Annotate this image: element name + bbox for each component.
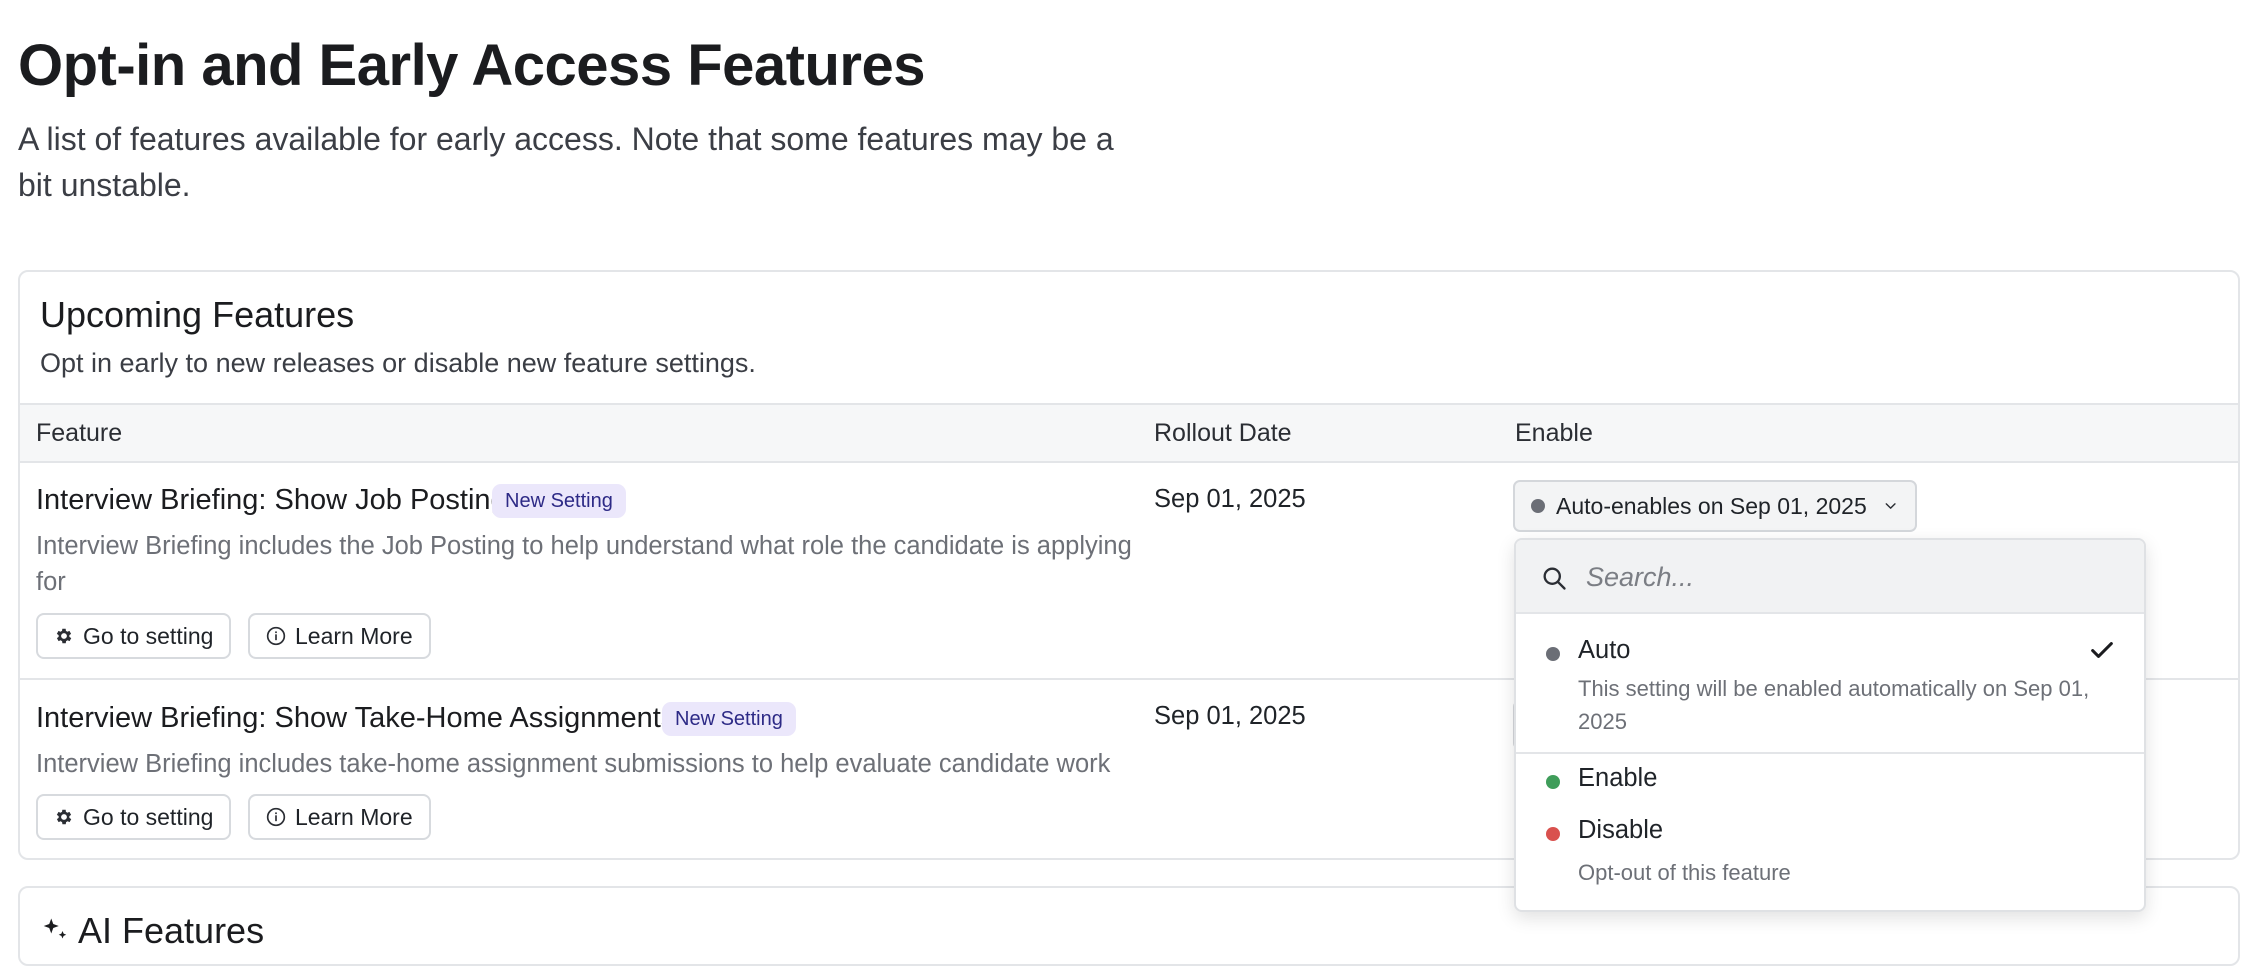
rollout-date: Sep 01, 2025: [1154, 702, 1306, 730]
option-label: Auto: [1578, 636, 1631, 664]
info-icon: [266, 626, 286, 646]
option-label: Enable: [1578, 764, 1658, 792]
learn-more-label: Learn More: [295, 803, 413, 830]
new-setting-badge: New Setting: [662, 702, 796, 736]
feature-name: Interview Briefing: Show Job Posting: [36, 484, 507, 516]
new-setting-badge: New Setting: [492, 484, 626, 518]
option-label: Disable: [1578, 816, 1664, 844]
gear-icon: [56, 809, 72, 825]
enable-status-dot: [1546, 775, 1560, 789]
auto-status-dot: [1546, 647, 1560, 661]
feature-description: Interview Briefing includes take-home as…: [36, 750, 1111, 778]
feature-name: Interview Briefing: Show Take-Home Assig…: [36, 702, 676, 734]
enable-select[interactable]: Auto-enables on Sep 01, 2025: [1513, 480, 1917, 532]
learn-more-button[interactable]: Learn More: [248, 794, 431, 840]
option-description: Opt-out of this feature: [1578, 860, 1791, 885]
check-icon: [2091, 642, 2113, 658]
chevron-down-icon: [1885, 503, 1896, 509]
column-header-feature: Feature: [36, 419, 123, 447]
enable-dropdown: Auto This setting will be enabled automa…: [1514, 538, 2146, 912]
disable-status-dot: [1546, 827, 1560, 841]
table-header: Feature Rollout Date Enable: [20, 403, 2238, 463]
go-to-setting-button[interactable]: Go to setting: [36, 613, 232, 659]
learn-more-label: Learn More: [295, 622, 413, 649]
go-to-setting-label: Go to setting: [83, 803, 214, 830]
rollout-date: Sep 01, 2025: [1154, 485, 1306, 513]
column-header-enable: Enable: [1515, 419, 1593, 447]
dropdown-search: [1516, 540, 2144, 614]
page-title: Opt-in and Early Access Features: [18, 33, 925, 98]
search-icon: [1543, 567, 1566, 590]
option-description: This setting will be enabled automatical…: [1578, 676, 2090, 734]
go-to-setting-button[interactable]: Go to setting: [36, 794, 232, 840]
gear-icon: [56, 628, 72, 644]
upcoming-features-description: Opt in early to new releases or disable …: [40, 348, 756, 378]
go-to-setting-label: Go to setting: [83, 622, 214, 649]
option-enable[interactable]: Enable: [1516, 754, 2144, 806]
column-header-rollout-date: Rollout Date: [1154, 419, 1292, 447]
option-disable[interactable]: Disable Opt-out of this feature: [1516, 806, 2144, 906]
dropdown-search-input[interactable]: [1584, 554, 2108, 600]
enable-select-value: Auto-enables on Sep 01, 2025: [1556, 492, 1867, 519]
sparkle-icon: [43, 918, 67, 939]
option-auto[interactable]: Auto This setting will be enabled automa…: [1516, 614, 2144, 752]
page-subtitle: A list of features available for early a…: [18, 121, 1114, 203]
upcoming-features-title: Upcoming Features: [40, 294, 355, 335]
feature-description: Interview Briefing includes the Job Post…: [36, 532, 1132, 596]
auto-status-dot: [1531, 499, 1545, 513]
ai-features-title: AI Features: [78, 910, 265, 951]
info-icon: [266, 807, 286, 827]
learn-more-button[interactable]: Learn More: [248, 613, 431, 659]
page: Opt-in and Early Access Features A list …: [0, 0, 2268, 966]
